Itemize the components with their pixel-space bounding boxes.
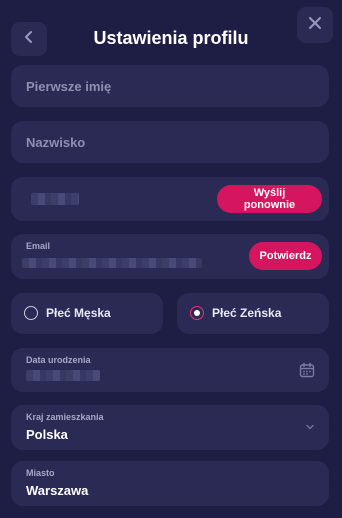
- close-icon: [308, 16, 322, 35]
- last-name-placeholder: Nazwisko: [26, 135, 86, 150]
- email-value-redacted: [22, 258, 202, 268]
- back-button[interactable]: [11, 22, 47, 56]
- email-field[interactable]: Email Potwierdz: [11, 234, 329, 279]
- country-value: Polska: [26, 427, 68, 442]
- birthdate-field[interactable]: Data urodzenia: [11, 348, 329, 392]
- confirm-button[interactable]: Potwierdz: [249, 242, 322, 270]
- city-label: Miasto: [26, 468, 55, 478]
- country-label: Kraj zamieszkania: [26, 412, 104, 422]
- radio-unchecked-icon[interactable]: [24, 306, 38, 320]
- country-select[interactable]: Kraj zamieszkania Polska: [11, 405, 329, 450]
- birthdate-value-redacted: [26, 370, 100, 381]
- last-name-field[interactable]: Nazwisko: [11, 121, 329, 163]
- page-title: Ustawienia profilu: [93, 28, 249, 48]
- gender-female-label: Płeć Zeńska: [212, 306, 282, 320]
- phone-value-redacted: [31, 193, 79, 205]
- gender-male-label: Płeć Męska: [46, 306, 111, 320]
- resend-button[interactable]: Wyślij ponownie: [217, 185, 322, 213]
- gender-male-option[interactable]: Płeć Męska: [11, 293, 163, 334]
- calendar-icon[interactable]: [298, 361, 316, 379]
- header: Ustawienia profilu: [0, 0, 342, 60]
- chevron-left-icon: [22, 30, 36, 49]
- birthdate-label: Data urodzenia: [26, 355, 91, 365]
- chevron-down-icon[interactable]: [303, 420, 317, 434]
- city-field[interactable]: Miasto Warszawa: [11, 461, 329, 506]
- gender-female-option[interactable]: Płeć Zeńska: [177, 293, 329, 334]
- first-name-placeholder: Pierwsze imię: [26, 79, 112, 94]
- close-button[interactable]: [297, 7, 333, 43]
- radio-checked-icon[interactable]: [190, 306, 204, 320]
- phone-field[interactable]: Wyślij ponownie: [11, 177, 329, 221]
- first-name-field[interactable]: Pierwsze imię: [11, 65, 329, 107]
- city-value: Warszawa: [26, 483, 89, 498]
- email-label: Email: [26, 241, 51, 251]
